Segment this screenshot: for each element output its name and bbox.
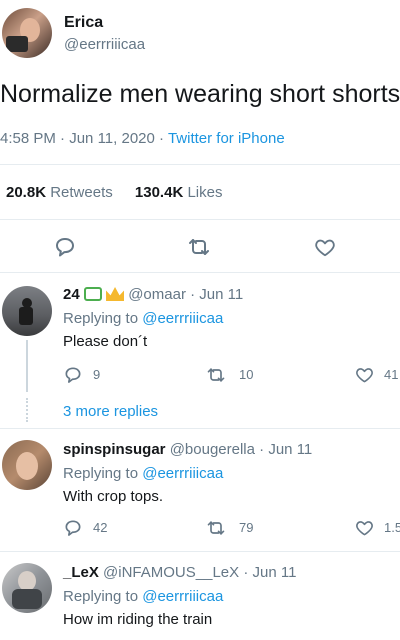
reply-author-handle[interactable]: @iNFAMOUS__LeX: [103, 564, 239, 581]
replying-to-prefix: Replying to: [63, 310, 139, 327]
like-button[interactable]: [314, 236, 336, 258]
reply-count: 9: [93, 367, 101, 382]
retweet-icon: [207, 368, 225, 382]
replying-to: Replying to @eerrriiicaa: [63, 310, 223, 327]
tweet-text: Normalize men wearing short shorts: [0, 80, 400, 108]
likes-label: Likes: [187, 184, 223, 201]
retweets-count: 20.8K: [6, 184, 47, 201]
reply-icon: [56, 238, 74, 257]
replying-to: Replying to @eerrriiicaa: [63, 465, 223, 482]
replying-to-link[interactable]: @eerrriiicaa: [142, 588, 223, 605]
reply-header: spinspinsugar @bougerella · Jun 11: [63, 441, 312, 458]
retweet-count: 79: [239, 520, 254, 535]
crown-icon: [106, 287, 125, 301]
reply-like-button[interactable]: 41: [355, 365, 400, 385]
author-avatar[interactable]: [2, 8, 52, 58]
like-count: 1.5: [384, 520, 400, 535]
divider: [0, 272, 400, 273]
reply-dot: ·: [259, 441, 265, 458]
thread-line: [26, 340, 28, 392]
replying-to-prefix: Replying to: [63, 588, 139, 605]
reply-dot: ·: [190, 286, 196, 303]
like-icon: [315, 239, 335, 257]
reply-date[interactable]: Jun 11: [199, 286, 243, 303]
reply-author-handle[interactable]: @bougerella: [170, 441, 255, 458]
reply-text: With crop tops.: [63, 488, 164, 505]
meta-separator: ·: [60, 130, 66, 147]
tweet-date[interactable]: Jun 11, 2020: [69, 130, 155, 147]
divider: [0, 219, 400, 220]
like-icon: [356, 521, 373, 536]
tweet-time: 4:58 PM: [0, 130, 56, 147]
reply-avatar[interactable]: [2, 563, 52, 613]
reply-text: How im riding the train: [63, 611, 213, 628]
reply-header: _LeX @iNFAMOUS__LeX · Jun 11: [63, 564, 296, 581]
meta-separator: ·: [159, 130, 165, 147]
reply-author-name[interactable]: 24: [63, 286, 80, 303]
reply-dot: ·: [243, 564, 249, 581]
reply-retweet-button[interactable]: 79: [206, 518, 276, 538]
replying-to: Replying to @eerrriiicaa: [63, 588, 223, 605]
replying-to-link[interactable]: @eerrriiicaa: [142, 310, 223, 327]
reply-retweet-button[interactable]: 10: [206, 365, 276, 385]
like-icon: [356, 368, 373, 383]
retweets-label: Retweets: [50, 184, 113, 201]
tweet-meta: 4:58 PM · Jun 11, 2020 · Twitter for iPh…: [0, 130, 285, 147]
reply-author-handle[interactable]: @omaar: [128, 286, 186, 303]
reply-button[interactable]: [53, 235, 77, 259]
author-handle[interactable]: @eerrriiicaa: [64, 36, 145, 53]
reply-text: Please don´t: [63, 333, 148, 350]
replying-to-link[interactable]: @eerrriiicaa: [142, 465, 223, 482]
reply-count: 42: [93, 520, 108, 535]
likes-stat[interactable]: 130.4K Likes: [135, 184, 223, 201]
reply-author-name[interactable]: spinspinsugar: [63, 441, 166, 458]
reply-date[interactable]: Jun 11: [252, 564, 296, 581]
author-name[interactable]: Erica: [64, 14, 103, 32]
reply-avatar[interactable]: [2, 286, 52, 336]
reply-icon: [65, 367, 81, 383]
reply-header: 24 @omaar · Jun 11: [63, 286, 243, 303]
reply-date[interactable]: Jun 11: [268, 441, 312, 458]
divider: [0, 551, 400, 552]
emoji-badge-icon: [83, 287, 102, 301]
retweet-count: 10: [239, 367, 254, 382]
retweet-icon: [189, 239, 209, 255]
retweet-button[interactable]: [187, 235, 211, 259]
more-replies-link[interactable]: 3 more replies: [63, 403, 158, 420]
reply-avatar[interactable]: [2, 440, 52, 490]
tweet-stats: 20.8K Retweets 130.4K Likes: [6, 184, 222, 201]
reply-author-name[interactable]: _LeX: [63, 564, 99, 581]
thread-dots: [26, 398, 30, 422]
like-count: 41: [384, 367, 399, 382]
divider: [0, 164, 400, 165]
likes-count: 130.4K: [134, 184, 184, 201]
reply-reply-button[interactable]: 42: [63, 518, 123, 538]
replying-to-prefix: Replying to: [63, 465, 139, 482]
retweets-stat[interactable]: 20.8K Retweets: [6, 184, 117, 201]
reply-icon: [65, 520, 81, 536]
retweet-icon: [207, 521, 225, 535]
divider: [0, 428, 400, 429]
reply-like-button[interactable]: 1.5: [355, 518, 400, 538]
reply-reply-button[interactable]: 9: [63, 365, 123, 385]
tweet-source[interactable]: Twitter for iPhone: [168, 130, 285, 147]
